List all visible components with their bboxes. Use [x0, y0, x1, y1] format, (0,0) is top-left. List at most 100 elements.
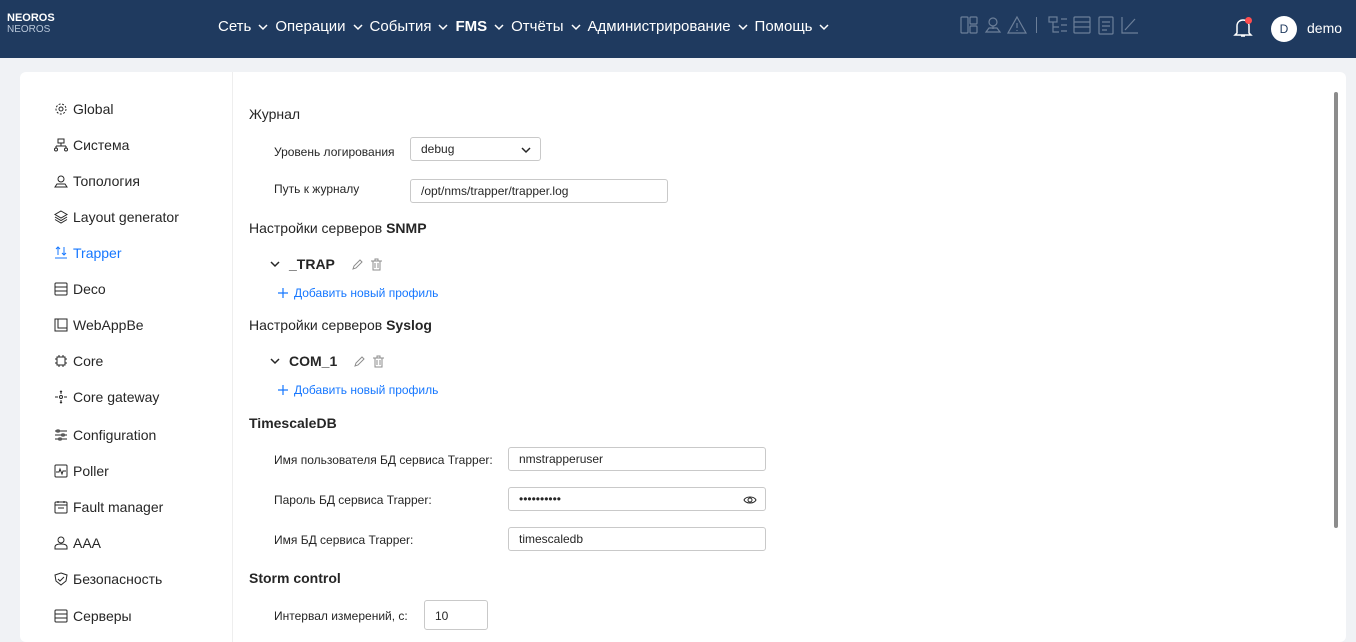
chevron-down-icon	[438, 23, 448, 30]
section-title-storm-control: Storm control	[249, 570, 341, 586]
trapper-icon	[55, 246, 67, 259]
username-label: demo	[1307, 20, 1343, 36]
sidebar-item-poller[interactable]: Poller	[54, 463, 109, 479]
hierarchy-icon	[54, 138, 68, 152]
snmp-add-profile-link[interactable]: Добавить новый профиль	[277, 286, 438, 300]
server-icon	[54, 609, 68, 623]
sidebar-item-global[interactable]: Global	[54, 101, 113, 117]
section-title-syslog: Настройки серверов Syslog	[249, 317, 432, 333]
sidebar-item-layout-generator[interactable]: Layout generator	[54, 209, 179, 225]
app-icon	[54, 318, 68, 332]
brand-name: NEOROS	[7, 12, 55, 24]
warning-icon[interactable]	[1006, 14, 1028, 36]
sidebar-item-security[interactable]: Безопасность	[54, 571, 162, 587]
map-pin-icon	[54, 175, 68, 188]
edit-icon[interactable]	[353, 355, 366, 368]
db-name-input[interactable]: timescaledb	[508, 527, 766, 551]
menu-item-help[interactable]: Помощь	[755, 18, 833, 35]
document-list-icon[interactable]	[1095, 14, 1117, 36]
menu-item-operations[interactable]: Операции	[275, 18, 365, 35]
top-navigation-bar: NEOROS NEOROS Сеть Операции События FMS …	[0, 0, 1356, 58]
syslog-profile-name: COM_1	[289, 353, 338, 369]
sidebar-item-trapper[interactable]: Trapper	[54, 245, 122, 261]
sidebar-item-aaa[interactable]: AAA	[54, 535, 101, 551]
calendar-icon	[54, 501, 68, 514]
tree-icon[interactable]	[1047, 14, 1069, 36]
chart-line-icon[interactable]	[1119, 14, 1141, 36]
brand-logo[interactable]: NEOROS NEOROS	[7, 12, 55, 36]
shield-icon	[54, 572, 68, 586]
log-level-label: Уровень логирования	[274, 145, 395, 159]
db-user-input[interactable]: nmstrapperuser	[508, 447, 766, 471]
measure-interval-label: Интервал измерений, с:	[274, 609, 408, 623]
settings-sidebar: Global Система Топология Layout generato…	[20, 72, 233, 642]
table-icon	[54, 282, 68, 296]
snmp-profile-name: _TRAP	[289, 256, 335, 272]
menu-item-reports[interactable]: Отчёты	[511, 18, 583, 35]
chevron-down-icon	[738, 23, 748, 30]
chevron-down-icon	[570, 23, 581, 30]
brand-subtitle: NEOROS	[7, 24, 51, 35]
chevron-down-icon	[353, 23, 363, 30]
log-level-select[interactable]: debug	[410, 137, 541, 161]
settings-card: Global Система Топология Layout generato…	[20, 72, 1346, 642]
menu-item-events[interactable]: События	[370, 18, 452, 35]
syslog-profile-row[interactable]: COM_1	[269, 353, 385, 369]
user-menu[interactable]: demo	[1307, 20, 1342, 36]
snmp-profile-row[interactable]: _TRAP	[269, 256, 383, 272]
menu-item-administration[interactable]: Администрирование	[588, 18, 751, 35]
chevron-down-icon	[258, 23, 268, 30]
edit-icon[interactable]	[351, 258, 364, 271]
chevron-down-icon[interactable]	[269, 355, 281, 367]
settings-content: Журнал Уровень логирования debug Путь к …	[249, 72, 1329, 642]
measure-interval-input[interactable]: 10	[424, 600, 488, 630]
gear-icon	[55, 103, 67, 115]
chevron-down-icon	[521, 147, 531, 154]
gateway-icon	[55, 390, 67, 404]
sidebar-item-system[interactable]: Система	[54, 137, 129, 153]
sidebar-item-core[interactable]: Core	[54, 353, 103, 369]
delete-icon[interactable]	[370, 258, 383, 271]
db-user-label: Имя пользователя БД сервиса Trapper:	[274, 453, 493, 467]
chevron-down-icon	[494, 23, 504, 30]
pulse-icon	[54, 464, 68, 478]
section-title-journal: Журнал	[249, 106, 301, 122]
sidebar-item-servers[interactable]: Серверы	[54, 608, 132, 624]
sidebar-item-core-gateway[interactable]: Core gateway	[54, 389, 159, 405]
section-title-snmp: Настройки серверов SNMP	[249, 220, 427, 236]
syslog-add-profile-link[interactable]: Добавить новый профиль	[277, 383, 438, 397]
layers-icon	[54, 210, 68, 224]
plus-icon	[278, 288, 288, 298]
db-password-label: Пароль БД сервиса Trapper:	[274, 493, 432, 507]
menu-item-fms[interactable]: FMS	[455, 18, 507, 35]
sidebar-item-fault-manager[interactable]: Fault manager	[54, 499, 163, 515]
map-pin-icon[interactable]	[982, 14, 1004, 36]
avatar[interactable]: D	[1271, 16, 1297, 42]
toolbar-separator	[1036, 17, 1037, 33]
log-path-input[interactable]: /opt/nms/trapper/trapper.log	[410, 179, 668, 203]
sidebar-item-deco[interactable]: Deco	[54, 281, 106, 297]
chevron-down-icon	[819, 23, 830, 30]
db-password-value: ••••••••••	[519, 492, 562, 506]
section-title-timescaledb: TimescaleDB	[249, 415, 337, 431]
notifications-button[interactable]	[1233, 17, 1253, 39]
dashboard-icon[interactable]	[958, 14, 980, 36]
user-icon	[54, 536, 68, 550]
toolbar-icons	[958, 14, 1143, 36]
table-icon[interactable]	[1071, 14, 1093, 36]
sliders-icon	[55, 429, 67, 441]
sidebar-item-webappbe[interactable]: WebAppBe	[54, 317, 144, 333]
sidebar-item-topology[interactable]: Топология	[54, 173, 140, 189]
notification-badge	[1245, 17, 1252, 24]
scrollbar[interactable]	[1334, 92, 1338, 528]
log-level-value: debug	[421, 142, 455, 156]
chevron-down-icon[interactable]	[269, 258, 281, 270]
log-path-label: Путь к журналу	[274, 182, 360, 196]
sidebar-item-configuration[interactable]: Configuration	[54, 427, 156, 443]
db-password-input[interactable]: ••••••••••	[508, 487, 766, 511]
menu-item-network[interactable]: Сеть	[218, 18, 271, 35]
plus-icon	[278, 385, 288, 395]
eye-icon[interactable]	[743, 494, 757, 506]
chip-icon	[55, 355, 67, 367]
delete-icon[interactable]	[372, 355, 385, 368]
